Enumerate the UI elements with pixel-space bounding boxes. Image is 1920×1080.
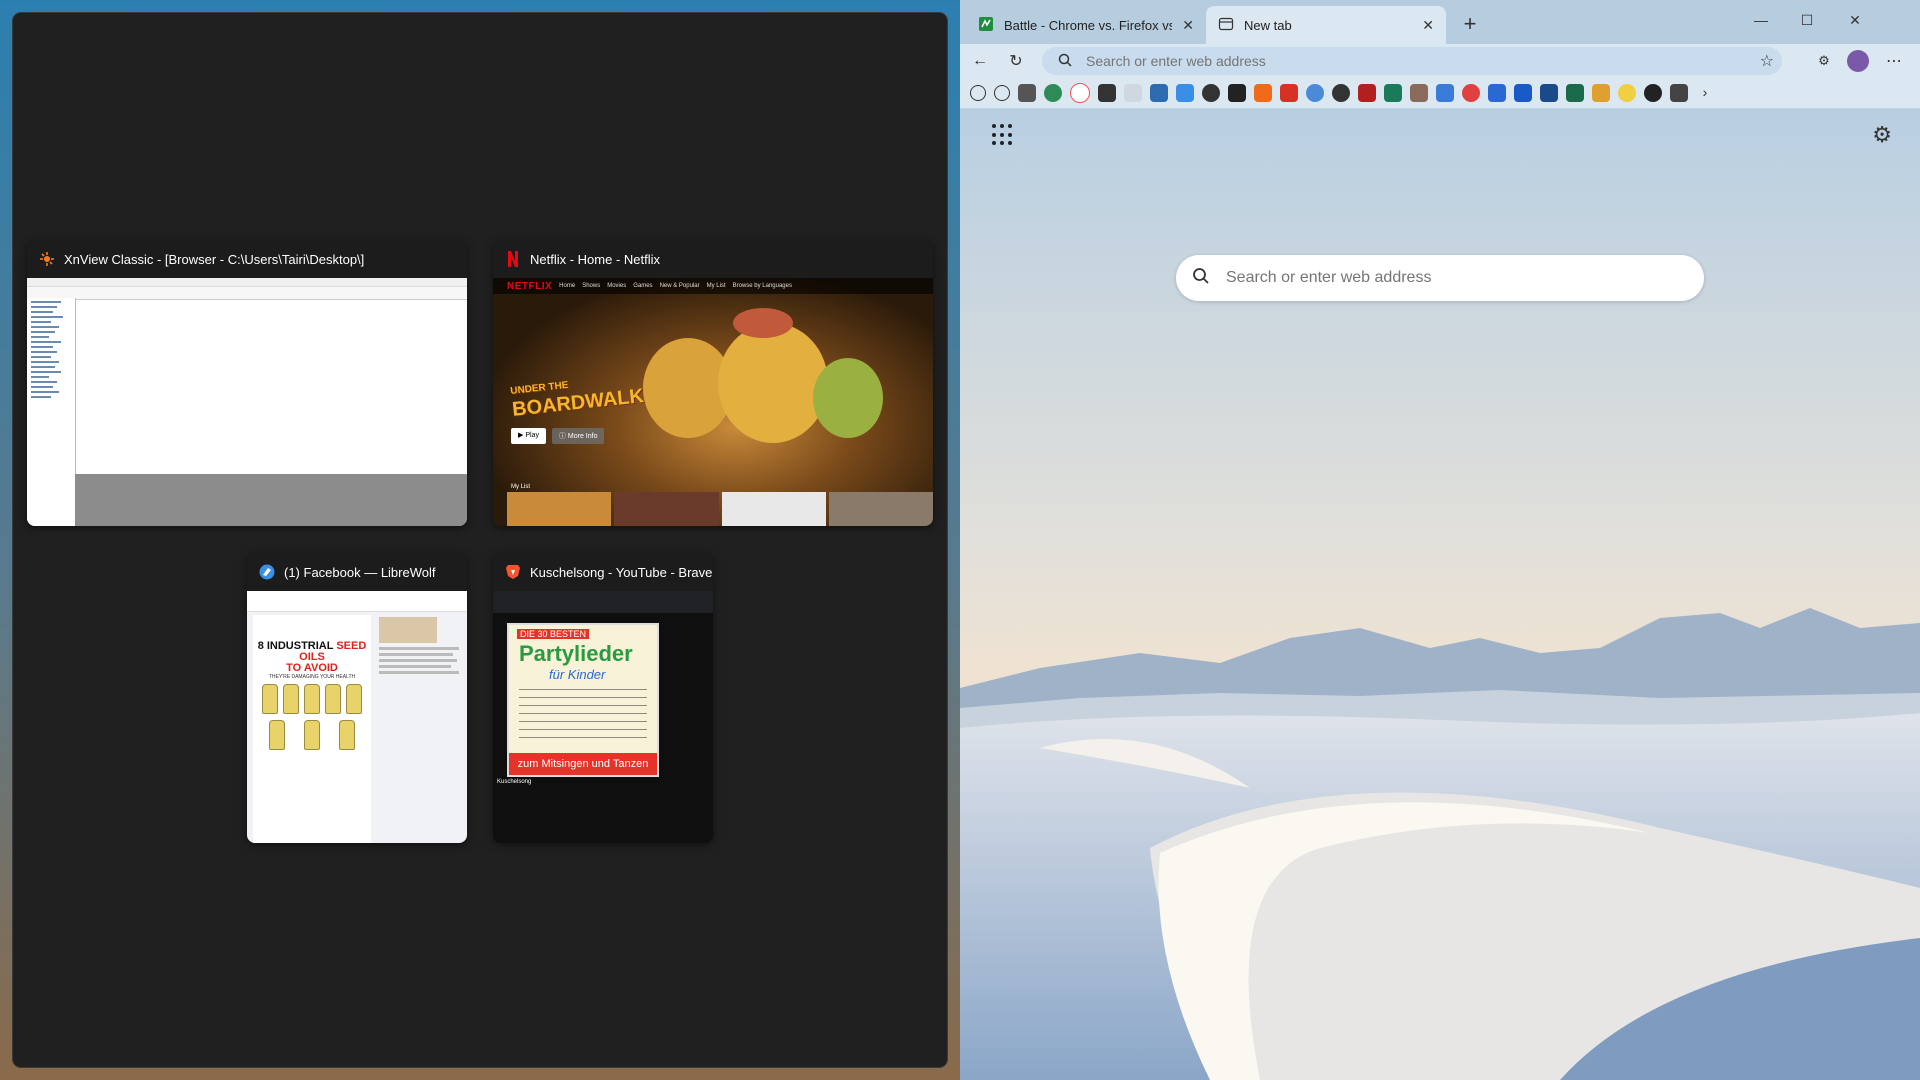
pocket-icon[interactable] (1098, 84, 1116, 102)
close-tab-icon[interactable]: ✕ (1182, 17, 1194, 34)
snap-window-youtube[interactable]: Kuschelsong - YouTube - Brave DIE 30 BES… (493, 553, 713, 843)
nav-item: Shows (582, 283, 601, 289)
tab-label: New tab (1244, 17, 1292, 33)
snap-window-netflix[interactable]: Netflix - Home - Netflix NETFLIX Home Sh… (493, 240, 933, 526)
bookmark-icon[interactable] (1228, 84, 1246, 102)
post-headline: 8 INDUSTRIAL SEED OILS TO AVOID (257, 640, 367, 674)
brave-icon (505, 564, 521, 580)
bookmark-icon[interactable] (1280, 84, 1298, 102)
xnview-icon (39, 251, 55, 267)
nav-item: My List (706, 283, 726, 289)
hero-title: UNDER THE BOARDWALK (509, 379, 645, 421)
play-button: ▶ Play (511, 428, 546, 444)
window-thumbnail: DIE 30 BESTEN Partylieder für Kinder zum… (493, 591, 713, 843)
search-icon (1192, 267, 1210, 290)
bookmark-icon[interactable] (1306, 84, 1324, 102)
bookmark-icon[interactable] (1436, 84, 1454, 102)
row-label: My List (511, 484, 531, 490)
address-bar[interactable]: ☆ (1042, 47, 1782, 75)
close-window-button[interactable]: ✕ (1832, 0, 1878, 40)
bookmark-icon[interactable] (1044, 84, 1062, 102)
bookmark-icon[interactable] (1540, 84, 1558, 102)
video-title: Kuschelsong (497, 779, 532, 785)
new-tab-page-icon (1218, 16, 1234, 35)
chevron-right-icon[interactable]: › (1696, 84, 1714, 102)
tab-battle[interactable]: Battle - Chrome vs. Firefox vs. Ed ✕ (966, 6, 1206, 44)
snap-window-facebook[interactable]: (1) Facebook — LibreWolf 8 INDUSTRIAL SE… (247, 553, 467, 843)
nav-item: Browse by Languages (732, 283, 792, 289)
bookmark-icon[interactable] (1332, 84, 1350, 102)
new-tab-search-box[interactable] (1176, 255, 1704, 301)
video-thumbnail: DIE 30 BESTEN Partylieder für Kinder zum… (507, 623, 659, 777)
snap-assist-panel: XnView Classic - [Browser - C:\Users\Tai… (13, 13, 947, 1067)
bookmark-icon[interactable] (1124, 84, 1142, 102)
nav-item: Home (559, 283, 576, 289)
bookmark-icon[interactable] (1514, 84, 1532, 102)
nav-item: New & Popular (659, 283, 700, 289)
github-icon[interactable] (1644, 84, 1662, 102)
tab-label: Battle - Chrome vs. Firefox vs. Ed (1004, 17, 1173, 33)
tab-strip: Battle - Chrome vs. Firefox vs. Ed ✕ New… (960, 0, 1920, 44)
more-info-button: ⓘ More Info (551, 428, 605, 444)
bookmark-icon[interactable] (1254, 84, 1272, 102)
bookmark-icon[interactable] (1018, 84, 1036, 102)
librewolf-icon (259, 564, 275, 580)
bookmark-icon[interactable] (1070, 83, 1090, 103)
history-icon[interactable] (994, 85, 1010, 101)
apps-launcher-icon[interactable] (992, 124, 1014, 146)
back-button[interactable]: ← (968, 49, 992, 73)
page-settings-icon[interactable]: ⚙ (1872, 122, 1892, 148)
netflix-logo: NETFLIX (507, 280, 553, 292)
minimize-button[interactable]: — (1738, 0, 1784, 40)
netflix-icon (505, 251, 521, 267)
sheets-icon (978, 16, 994, 35)
maximize-button[interactable]: ☐ (1784, 0, 1830, 40)
extensions-icon[interactable]: ⚙ (1812, 49, 1836, 73)
profile-avatar[interactable] (1846, 49, 1870, 73)
new-tab-search-input[interactable] (1224, 268, 1704, 288)
bookmark-icon[interactable] (1592, 84, 1610, 102)
window-thumbnail: 8 INDUSTRIAL SEED OILS TO AVOID THEY'RE … (247, 591, 467, 843)
bookmark-icon[interactable] (1150, 84, 1168, 102)
bookmark-icon[interactable] (1410, 84, 1428, 102)
toolbar: ← ↻ ☆ ⚙ ⋯ (960, 44, 1920, 78)
search-icon (1058, 53, 1074, 70)
window-title: Kuschelsong - YouTube - Brave (530, 564, 713, 580)
refresh-button[interactable]: ↻ (1004, 49, 1028, 73)
window-thumbnail (27, 278, 467, 526)
bookmark-icon[interactable] (1618, 84, 1636, 102)
more-menu-icon[interactable]: ⋯ (1882, 49, 1906, 73)
bookmark-icon[interactable] (1670, 84, 1688, 102)
favorites-bar: › (960, 78, 1920, 109)
tab-new-tab[interactable]: New tab ✕ (1206, 6, 1446, 44)
bookmark-icon[interactable] (1488, 84, 1506, 102)
bookmark-icon[interactable] (1176, 84, 1194, 102)
post-subline: THEY'RE DAMAGING YOUR HEALTH (268, 674, 356, 680)
nav-item: Movies (607, 283, 627, 289)
favorite-star-icon[interactable]: ☆ (1760, 51, 1774, 71)
browser-window: Battle - Chrome vs. Firefox vs. Ed ✕ New… (960, 0, 1920, 1080)
window-thumbnail: NETFLIX Home Shows Movies Games New & Po… (493, 278, 933, 526)
bookmark-icon[interactable] (1202, 84, 1220, 102)
window-title: (1) Facebook — LibreWolf (284, 564, 436, 580)
snap-window-xnview[interactable]: XnView Classic - [Browser - C:\Users\Tai… (27, 240, 467, 526)
background-image (960, 108, 1920, 1080)
window-title: XnView Classic - [Browser - C:\Users\Tai… (64, 251, 365, 267)
nav-item: Games (633, 283, 653, 289)
window-title: Netflix - Home - Netflix (530, 251, 661, 267)
globe-icon[interactable] (970, 85, 986, 101)
bookmark-icon[interactable] (1358, 84, 1376, 102)
address-input[interactable] (1084, 52, 1760, 70)
bookmark-icon[interactable] (1566, 84, 1584, 102)
new-tab-button[interactable]: + (1454, 8, 1486, 40)
bookmark-icon[interactable] (1462, 84, 1480, 102)
bookmark-icon[interactable] (1384, 84, 1402, 102)
close-tab-icon[interactable]: ✕ (1422, 17, 1434, 34)
